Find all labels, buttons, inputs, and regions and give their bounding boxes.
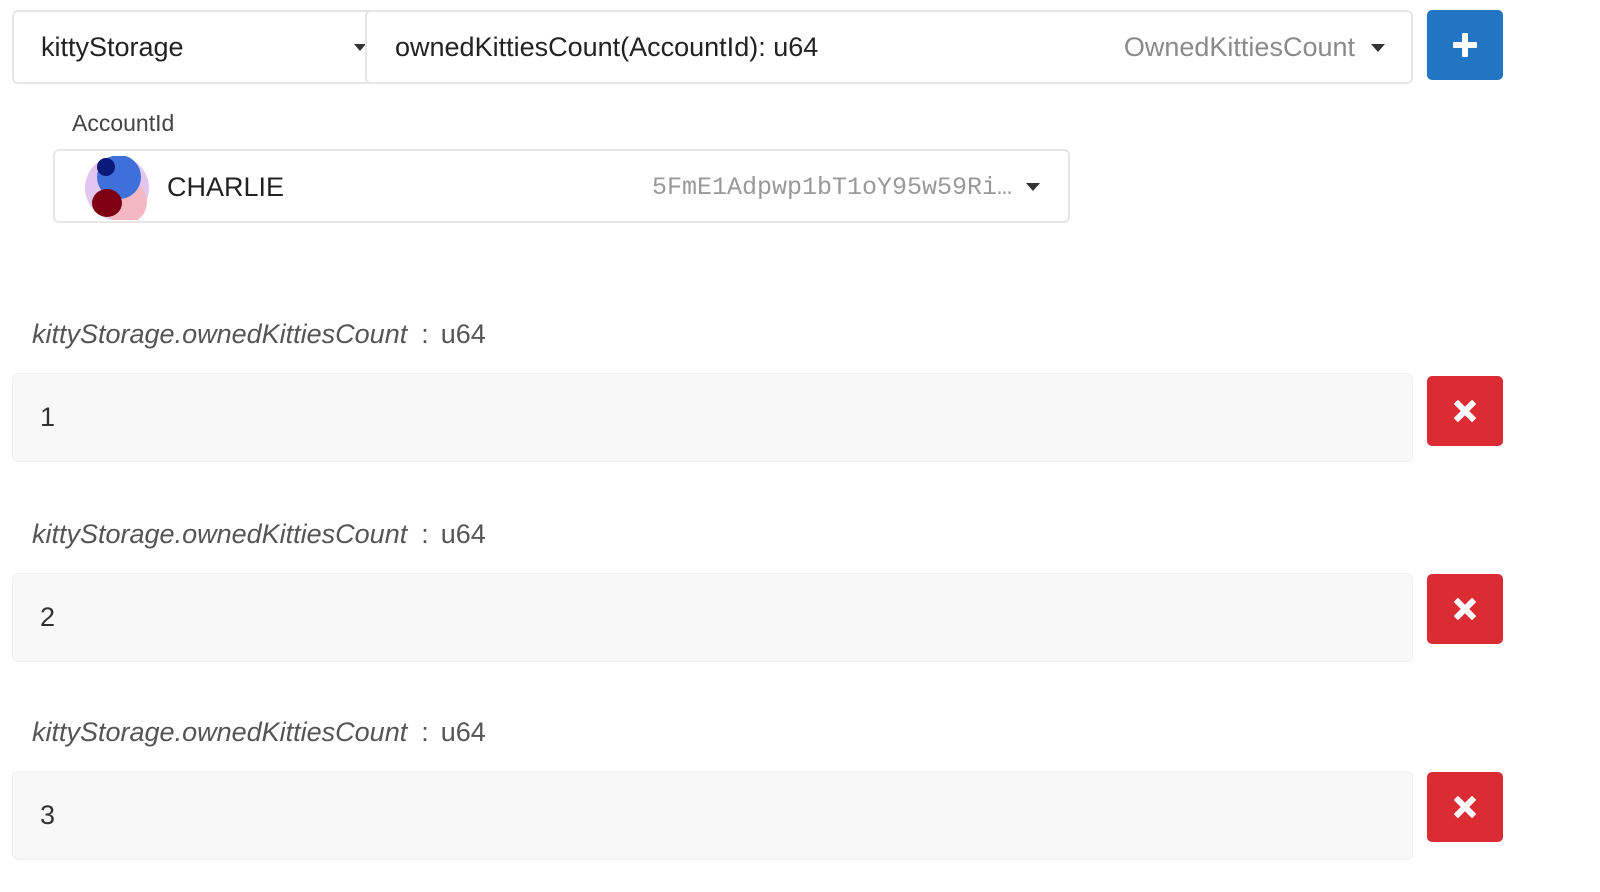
result-value: 3 bbox=[40, 800, 56, 830]
account-address: 5FmE1Adpwp1bT1oY95w59Ri… bbox=[651, 173, 1012, 202]
remove-result-button[interactable] bbox=[1427, 772, 1503, 842]
method-select-value: ownedKittiesCount(AccountId): u64 bbox=[395, 31, 819, 62]
method-select[interactable]: ownedKittiesCount(AccountId): u64 OwnedK… bbox=[365, 10, 1413, 84]
result-value-box: 1 bbox=[12, 373, 1413, 462]
result-value: 2 bbox=[40, 602, 56, 632]
result-key: kittyStorage.ownedKittiesCount bbox=[32, 519, 408, 549]
account-identicon bbox=[85, 156, 149, 220]
plus-icon bbox=[1453, 33, 1477, 57]
close-icon bbox=[1453, 597, 1477, 621]
result-value: 1 bbox=[40, 402, 56, 432]
result-separator: : bbox=[421, 319, 429, 349]
result-separator: : bbox=[421, 717, 429, 747]
identicon-navy bbox=[97, 158, 115, 176]
result-key: kittyStorage.ownedKittiesCount bbox=[32, 319, 408, 349]
result-label: kittyStorage.ownedKittiesCount : u64 bbox=[32, 519, 486, 550]
add-query-button[interactable] bbox=[1427, 10, 1503, 80]
remove-result-button[interactable] bbox=[1427, 376, 1503, 446]
account-name: CHARLIE bbox=[167, 172, 285, 202]
result-type: u64 bbox=[440, 519, 486, 549]
result-separator: : bbox=[421, 519, 429, 549]
close-icon bbox=[1453, 399, 1477, 423]
account-id-label: AccountId bbox=[72, 110, 175, 136]
result-type: u64 bbox=[440, 319, 486, 349]
result-key: kittyStorage.ownedKittiesCount bbox=[32, 717, 408, 747]
result-value-box: 3 bbox=[12, 771, 1413, 860]
account-select[interactable]: CHARLIE 5FmE1Adpwp1bT1oY95w59Ri… bbox=[53, 149, 1070, 223]
section-select-value: kittyStorage bbox=[41, 31, 184, 62]
result-label: kittyStorage.ownedKittiesCount : u64 bbox=[32, 319, 486, 350]
remove-result-button[interactable] bbox=[1427, 574, 1503, 644]
chevron-down-icon bbox=[1026, 183, 1040, 191]
result-value-box: 2 bbox=[12, 573, 1413, 662]
result-type: u64 bbox=[440, 717, 486, 747]
result-label: kittyStorage.ownedKittiesCount : u64 bbox=[32, 717, 486, 748]
section-select[interactable]: kittyStorage bbox=[12, 10, 372, 84]
close-icon bbox=[1453, 795, 1477, 819]
identicon-maroon bbox=[92, 189, 122, 217]
method-select-hint: OwnedKittiesCount bbox=[1123, 32, 1355, 62]
chevron-down-icon bbox=[1371, 44, 1385, 52]
